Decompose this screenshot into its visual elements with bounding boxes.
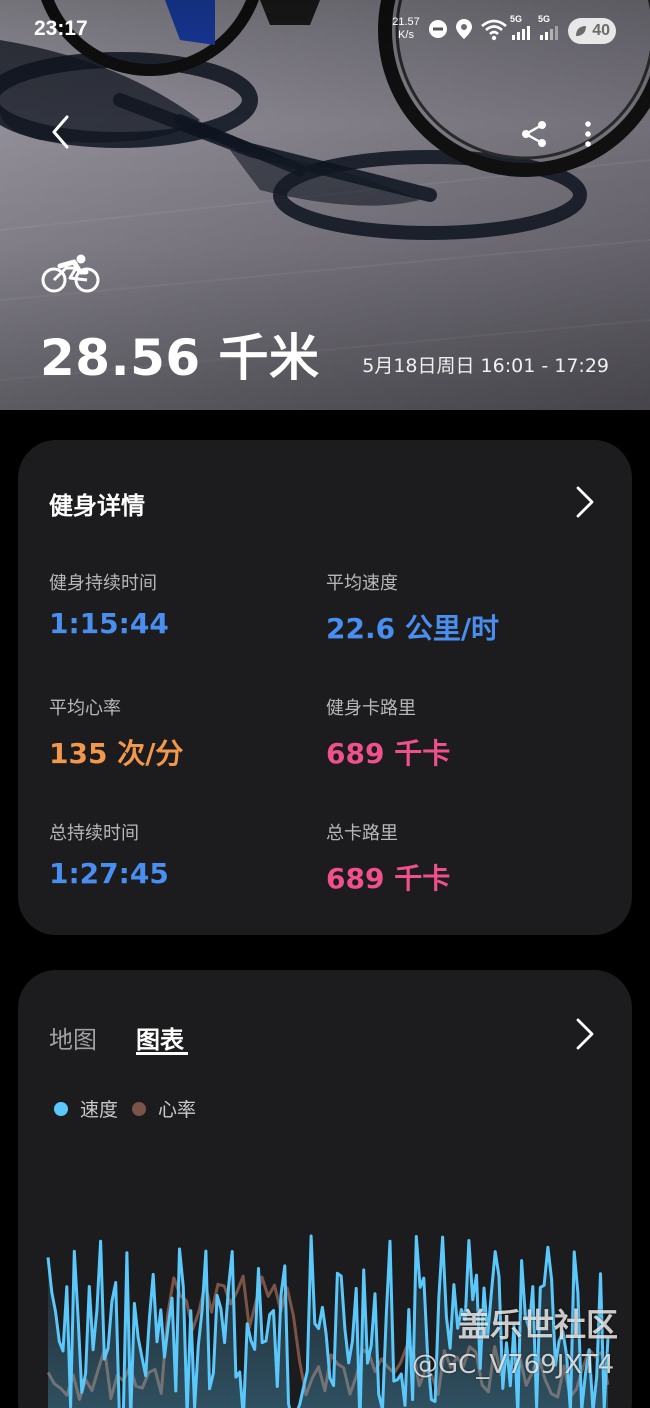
tab-chart-indicator <box>136 1052 188 1055</box>
stat-workout-calories: 健身卡路里 689 千卡 <box>326 698 451 770</box>
stat-average-heart-rate: 平均心率 135 次/分 <box>49 698 184 770</box>
more-vertical-icon <box>585 121 591 147</box>
cellular-signal-2-icon: 5G <box>538 14 562 44</box>
workout-details-card[interactable]: 健身详情 健身持续时间 1:15:44 平均速度 22.6 公里/时 平均心率 … <box>18 440 632 935</box>
chart-open-button[interactable] <box>572 1016 598 1052</box>
cycling-icon <box>41 254 100 293</box>
power-saving-leaf-icon <box>576 26 586 36</box>
battery-indicator: 40 <box>568 18 616 44</box>
legend-speed-dot <box>54 1101 68 1116</box>
watermark-handle: @GC_V769JXT4 <box>412 1350 615 1380</box>
back-button[interactable] <box>40 112 80 152</box>
watermark-title: 盖乐世社区 <box>458 1306 619 1344</box>
distance-value: 28.56 千米 <box>40 329 320 387</box>
stat-average-speed: 平均速度 22.6 公里/时 <box>326 573 500 645</box>
do-not-disturb-icon <box>429 20 447 38</box>
wifi-icon <box>481 19 507 41</box>
location-icon <box>456 19 472 39</box>
chevron-right-icon <box>576 1018 594 1050</box>
legend-heart-rate-dot <box>132 1101 147 1116</box>
tab-chart[interactable]: 图表 <box>136 1020 184 1055</box>
details-title: 健身详情 <box>49 492 145 520</box>
status-bar: 23:17 21.57 K/s 5G 5G 40 <box>0 0 650 62</box>
legend-speed: 速度 <box>54 1095 118 1122</box>
stat-total-duration: 总持续时间 1:27:45 <box>49 823 169 890</box>
more-options-button[interactable] <box>570 114 606 154</box>
session-time-range: 5月18日周日 16:01 - 17:29 <box>362 355 609 377</box>
stat-total-calories: 总卡路里 689 千卡 <box>326 823 451 895</box>
back-arrow-icon <box>52 115 69 149</box>
chart-legend: 速度 心率 <box>54 1095 210 1122</box>
network-speed: 21.57 K/s <box>392 16 420 41</box>
tab-map[interactable]: 地图 <box>49 1020 97 1055</box>
share-button[interactable] <box>514 114 554 154</box>
legend-heart-rate: 心率 <box>132 1095 196 1122</box>
cellular-signal-1-icon: 5G <box>510 14 534 44</box>
details-open-button[interactable] <box>572 484 598 520</box>
status-time: 23:17 <box>34 17 88 40</box>
chevron-right-icon <box>576 486 594 518</box>
stat-workout-duration: 健身持续时间 1:15:44 <box>49 573 169 640</box>
share-icon <box>522 121 546 147</box>
